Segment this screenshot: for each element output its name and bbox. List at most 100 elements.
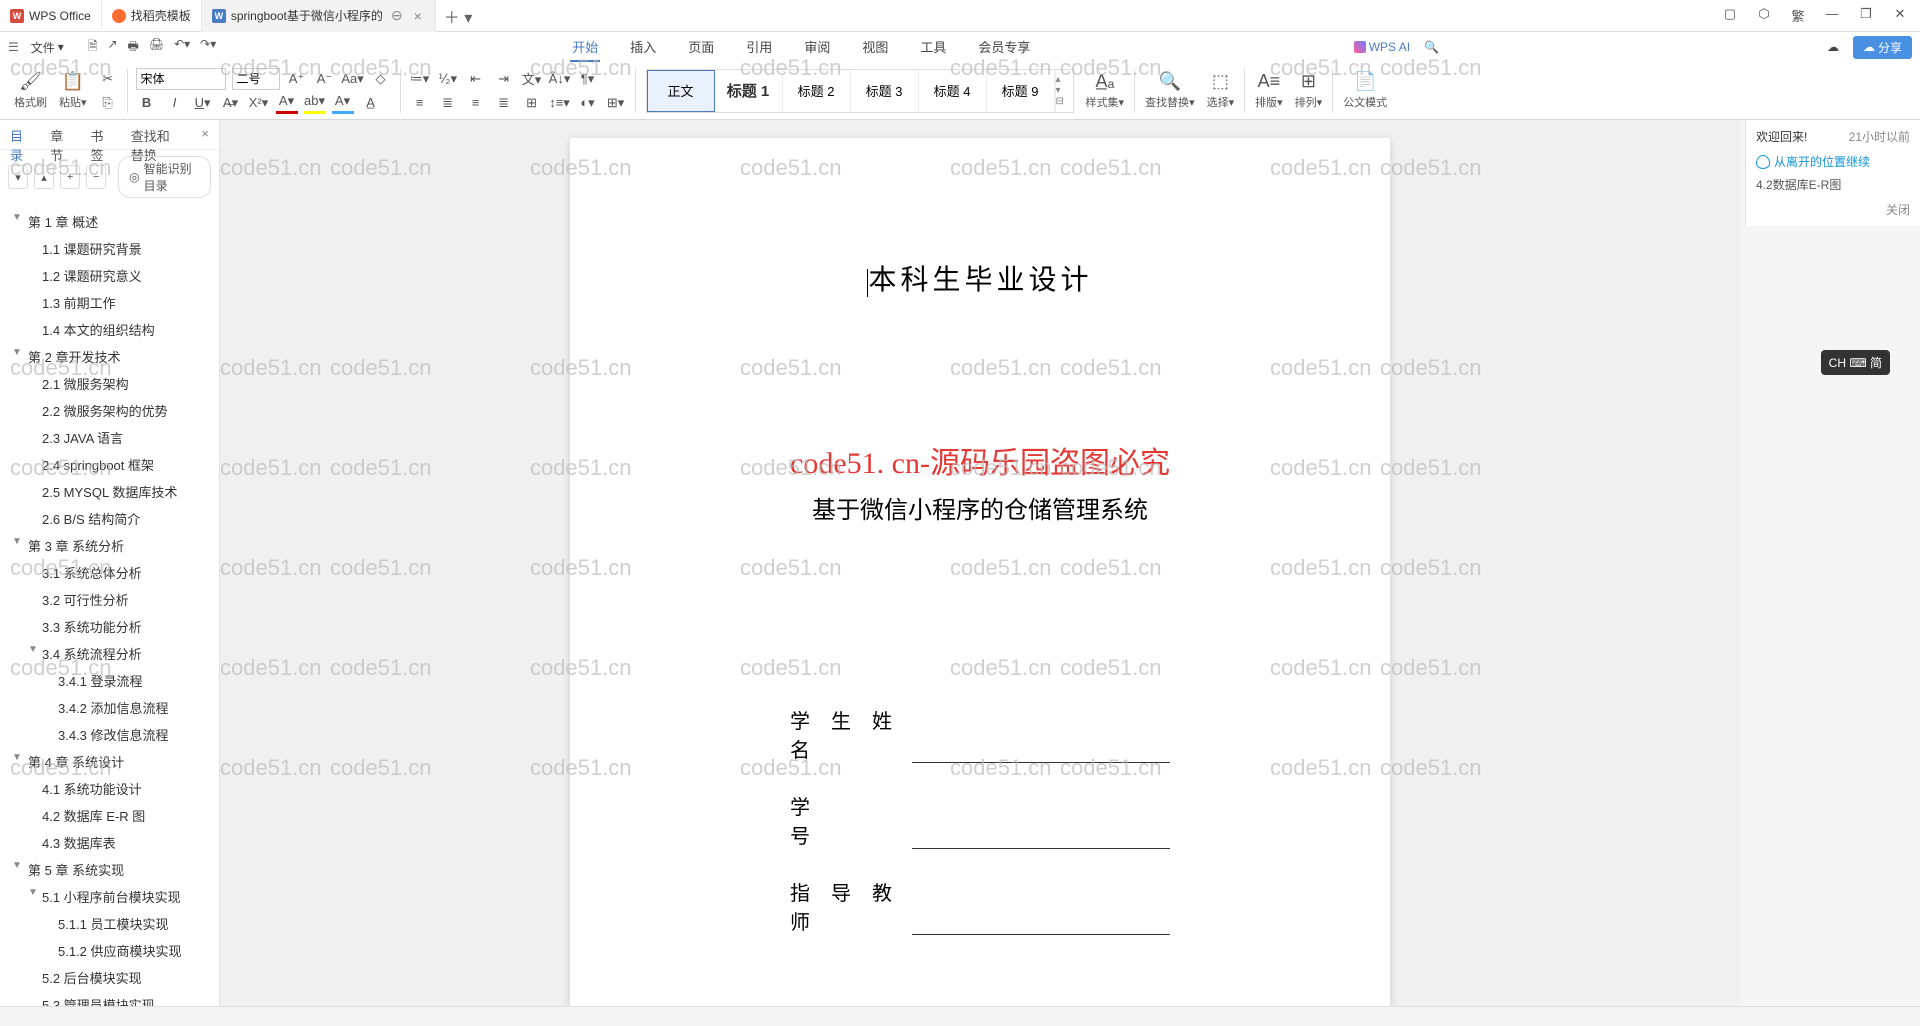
toc-item[interactable]: 3.4.2 添加信息流程 [0, 694, 219, 721]
tab-page[interactable]: 页面 [686, 33, 716, 62]
tab-add-button[interactable]: ＋ ▾ [436, 4, 480, 28]
bold-button[interactable]: B [136, 92, 158, 114]
toc-item[interactable]: 2.1 微服务架构 [0, 370, 219, 397]
toc-item[interactable]: 3.4.1 登录流程 [0, 667, 219, 694]
char-border-button[interactable]: A̲ [360, 92, 382, 114]
gov-mode-button[interactable]: 📄公文模式 [1337, 69, 1393, 112]
copy-icon[interactable]: ⎘ [97, 92, 119, 114]
justify-icon[interactable]: ≣ [493, 92, 515, 114]
nav-tab-chapter[interactable]: 章节 [40, 120, 80, 149]
nav-close-icon[interactable]: × [191, 120, 219, 149]
minimize-button[interactable]: — [1824, 6, 1840, 25]
toc-item[interactable]: 3.4.3 修改信息流程 [0, 721, 219, 748]
text-direction-icon[interactable]: 文▾ [521, 68, 543, 90]
toc-item[interactable]: 2.2 微服务架构的优势 [0, 397, 219, 424]
toc-item[interactable]: 4.1 系统功能设计 [0, 775, 219, 802]
distribute-icon[interactable]: ⊞ [521, 92, 543, 114]
sort-icon[interactable]: Å↓▾ [549, 68, 571, 90]
maximize-button[interactable]: ❐ [1858, 6, 1874, 25]
align-right-icon[interactable]: ≡ [465, 92, 487, 114]
print-preview-icon[interactable]: 🖨 [149, 37, 164, 58]
change-case-icon[interactable]: Aa▾ [342, 68, 364, 90]
document-area[interactable]: 本科生毕业设计 code51. cn-源码乐园盗图必究 基于微信小程序的仓储管理… [220, 120, 1740, 1006]
toc-item[interactable]: ▼第 2 章开发技术 [0, 343, 219, 370]
paste-button[interactable]: 📋粘贴▾ [53, 69, 93, 112]
toc-item[interactable]: 5.2 后台模块实现 [0, 964, 219, 991]
underline-button[interactable]: U▾ [192, 92, 214, 114]
toc-item[interactable]: 2.5 MYSQL 数据库技术 [0, 478, 219, 505]
win-layout1-icon[interactable]: ▢ [1722, 6, 1738, 25]
font-selector[interactable] [136, 68, 226, 90]
strikethrough-button[interactable]: A̶▾ [220, 92, 242, 114]
close-button[interactable]: ✕ [1892, 6, 1908, 25]
italic-button[interactable]: I [164, 92, 186, 114]
tab-tools[interactable]: 工具 [918, 33, 948, 62]
toc-item[interactable]: ▼第 5 章 系统实现 [0, 856, 219, 883]
show-marks-icon[interactable]: ¶▾ [577, 68, 599, 90]
nav-remove-icon[interactable]: − [86, 165, 106, 189]
nav-expand-icon[interactable]: ▾ [8, 165, 28, 189]
history-item[interactable]: 4.2数据库E-R图 [1756, 176, 1910, 193]
toc-item[interactable]: 3.3 系统功能分析 [0, 613, 219, 640]
toc-item[interactable]: 3.2 可行性分析 [0, 586, 219, 613]
toc-item[interactable]: 2.4 springboot 框架 [0, 451, 219, 478]
tab-document[interactable]: Wspringboot基于微信小程序的⊖× [202, 0, 436, 32]
toc-item[interactable]: 5.3 管理员模块实现 [0, 991, 219, 1006]
font-color-button[interactable]: A▾ [276, 92, 298, 114]
bullets-icon[interactable]: ≔▾ [409, 68, 431, 90]
smart-toc-button[interactable]: ◎ 智能识别目录 [118, 156, 211, 198]
superscript-button[interactable]: X²▾ [248, 92, 270, 114]
nav-add-icon[interactable]: + [60, 165, 80, 189]
tab-reference[interactable]: 引用 [744, 33, 774, 62]
tab-start[interactable]: 开始 [570, 33, 600, 62]
find-replace-button[interactable]: 🔍查找替换▾ [1139, 69, 1201, 112]
toc-item[interactable]: 1.3 前期工作 [0, 289, 219, 316]
save-icon[interactable]: 🗎 [88, 37, 98, 58]
para-shading-icon[interactable]: ◐▾ [577, 92, 599, 114]
decrease-indent-icon[interactable]: ⇤ [465, 68, 487, 90]
arrange-button[interactable]: ⊞排列▾ [1289, 69, 1329, 112]
undo-icon[interactable]: ↶▾ [174, 37, 190, 58]
nav-tab-find[interactable]: 查找和替换 [121, 120, 192, 149]
translate-icon[interactable]: 繁 [1790, 6, 1806, 25]
tab-review[interactable]: 审阅 [802, 33, 832, 62]
tab-insert[interactable]: 插入 [628, 33, 658, 62]
style-h4[interactable]: 标题 4 [919, 70, 987, 112]
tab-close-icon[interactable]: ⊖ [388, 7, 406, 24]
print-icon[interactable]: 🖶 [128, 37, 139, 58]
toc-item[interactable]: 4.2 数据库 E-R 图 [0, 802, 219, 829]
tab-wps-office[interactable]: WWPS Office [0, 0, 102, 32]
decrease-font-icon[interactable]: A⁻ [314, 68, 336, 90]
highlight-button[interactable]: ab▾ [304, 92, 326, 114]
numbering-icon[interactable]: ⅟₂▾ [437, 68, 459, 90]
style-h3[interactable]: 标题 3 [851, 70, 919, 112]
style-h9[interactable]: 标题 9 [987, 70, 1055, 112]
nav-up-icon[interactable]: ▴ [34, 165, 54, 189]
redo-icon[interactable]: ↷▾ [200, 37, 216, 58]
toc-item[interactable]: 1.4 本文的组织结构 [0, 316, 219, 343]
line-spacing-icon[interactable]: ↕≡▾ [549, 92, 571, 114]
hamburger-icon[interactable]: ☰ [8, 40, 19, 54]
close-panel-button[interactable]: 关闭 [1756, 201, 1910, 218]
toc-item[interactable]: 3.1 系统总体分析 [0, 559, 219, 586]
nav-tab-toc[interactable]: 目录 [0, 120, 40, 149]
size-selector[interactable] [232, 68, 280, 90]
style-h1[interactable]: 标题 1 [715, 70, 783, 112]
toc-item[interactable]: 4.3 数据库表 [0, 829, 219, 856]
toc-item[interactable]: 2.6 B/S 结构简介 [0, 505, 219, 532]
toc-item[interactable]: ▼第 1 章 概述 [0, 208, 219, 235]
toc-item[interactable]: 1.2 课题研究意义 [0, 262, 219, 289]
share-button[interactable]: ☁ 分享 [1853, 36, 1912, 59]
wps-ai-button[interactable]: WPS AI [1354, 40, 1410, 54]
toc-item[interactable]: 5.1.1 员工模块实现 [0, 910, 219, 937]
toc-item[interactable]: ▼第 3 章 系统分析 [0, 532, 219, 559]
style-set-button[interactable]: A̲ₐ样式集▾ [1080, 69, 1131, 112]
win-layout2-icon[interactable]: ⬡ [1756, 6, 1772, 25]
format-painter-button[interactable]: 🖌格式刷 [8, 69, 53, 112]
tab-template[interactable]: 找稻壳模板 [102, 0, 202, 32]
style-scroll[interactable]: ▴▾⊟ [1055, 70, 1073, 112]
align-left-icon[interactable]: ≡ [409, 92, 431, 114]
continue-link[interactable]: 从离开的位置继续 [1756, 153, 1910, 170]
file-menu[interactable]: 文件 ▾ [31, 39, 64, 56]
toc-item[interactable]: 5.1.2 供应商模块实现 [0, 937, 219, 964]
